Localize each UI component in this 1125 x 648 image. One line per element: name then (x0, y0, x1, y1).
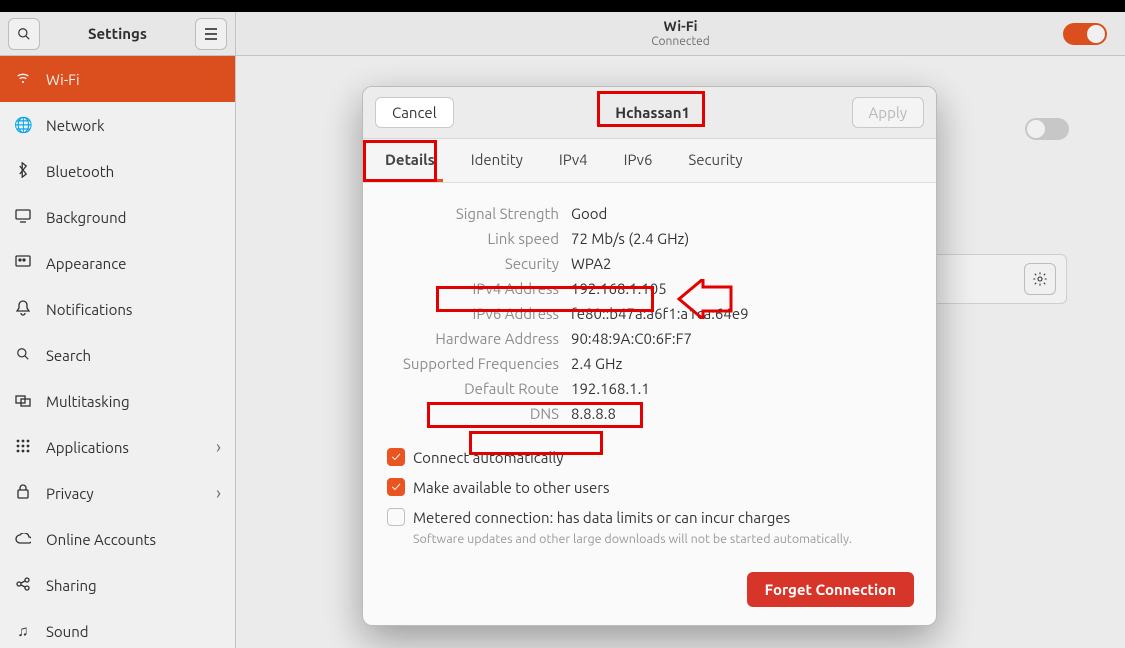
label-hw: Hardware Address (387, 330, 559, 347)
row-security: Security WPA2 (387, 251, 912, 276)
label-dns: DNS (387, 405, 559, 422)
dialog-footer: Forget Connection (363, 552, 936, 625)
tab-identity[interactable]: Identity (463, 139, 531, 182)
tab-details[interactable]: Details (377, 139, 443, 182)
label-route: Default Route (387, 380, 559, 397)
row-route: Default Route 192.168.1.1 (387, 376, 912, 401)
dialog-header: Cancel Hchassan1 Apply (363, 87, 936, 139)
label-security: Security (387, 255, 559, 272)
label-signal: Signal Strength (387, 205, 559, 222)
dialog-title: Hchassan1 (454, 104, 852, 121)
check-auto-row[interactable]: ✓ Connect automatically (363, 442, 936, 472)
row-ipv4: IPv4 Address 192.168.1.105 (387, 276, 912, 301)
tab-ipv6[interactable]: IPv6 (616, 139, 661, 182)
checkbox-icon (387, 508, 405, 526)
value-signal: Good (571, 205, 607, 222)
row-link: Link speed 72 Mb/s (2.4 GHz) (387, 226, 912, 251)
row-hw: Hardware Address 90:48:9A:C0:6F:F7 (387, 326, 912, 351)
checkbox-icon: ✓ (387, 448, 405, 466)
label-link: Link speed (387, 230, 559, 247)
label-freq: Supported Frequencies (387, 355, 559, 372)
value-route: 192.168.1.1 (571, 380, 650, 397)
row-freq: Supported Frequencies 2.4 GHz (387, 351, 912, 376)
label-ipv4: IPv4 Address (387, 280, 559, 297)
value-dns: 8.8.8.8 (571, 405, 616, 422)
check-metered-sub: Software updates and other large downloa… (387, 532, 912, 546)
value-ipv6: fe80::b47a:a6f1:a1ca:64e9 (571, 305, 749, 322)
connection-dialog: Cancel Hchassan1 Apply Details Identity … (362, 86, 937, 626)
tab-ipv4[interactable]: IPv4 (551, 139, 596, 182)
check-auto-label: Connect automatically (413, 449, 564, 466)
row-ipv6: IPv6 Address fe80::b47a:a6f1:a1ca:64e9 (387, 301, 912, 326)
value-freq: 2.4 GHz (571, 355, 622, 372)
value-ipv4: 192.168.1.105 (571, 280, 667, 297)
cancel-button[interactable]: Cancel (375, 97, 454, 128)
label-ipv6: IPv6 Address (387, 305, 559, 322)
check-share-label: Make available to other users (413, 479, 610, 496)
row-signal: Signal Strength Good (387, 201, 912, 226)
row-dns: DNS 8.8.8.8 (387, 401, 912, 426)
value-hw: 90:48:9A:C0:6F:F7 (571, 330, 692, 347)
checkbox-icon: ✓ (387, 478, 405, 496)
dialog-tabs: Details Identity IPv4 IPv6 Security (363, 139, 936, 183)
value-security: WPA2 (571, 255, 611, 272)
check-share-row[interactable]: ✓ Make available to other users (363, 472, 936, 502)
forget-connection-button[interactable]: Forget Connection (747, 572, 914, 607)
apply-button[interactable]: Apply (852, 97, 924, 128)
check-metered-label: Metered connection: has data limits or c… (413, 509, 790, 526)
value-link: 72 Mb/s (2.4 GHz) (571, 230, 689, 247)
tab-security[interactable]: Security (680, 139, 750, 182)
details-grid: Signal Strength Good Link speed 72 Mb/s (2… (363, 183, 936, 434)
check-metered-row[interactable]: Metered connection: has data limits or c… (363, 502, 936, 552)
